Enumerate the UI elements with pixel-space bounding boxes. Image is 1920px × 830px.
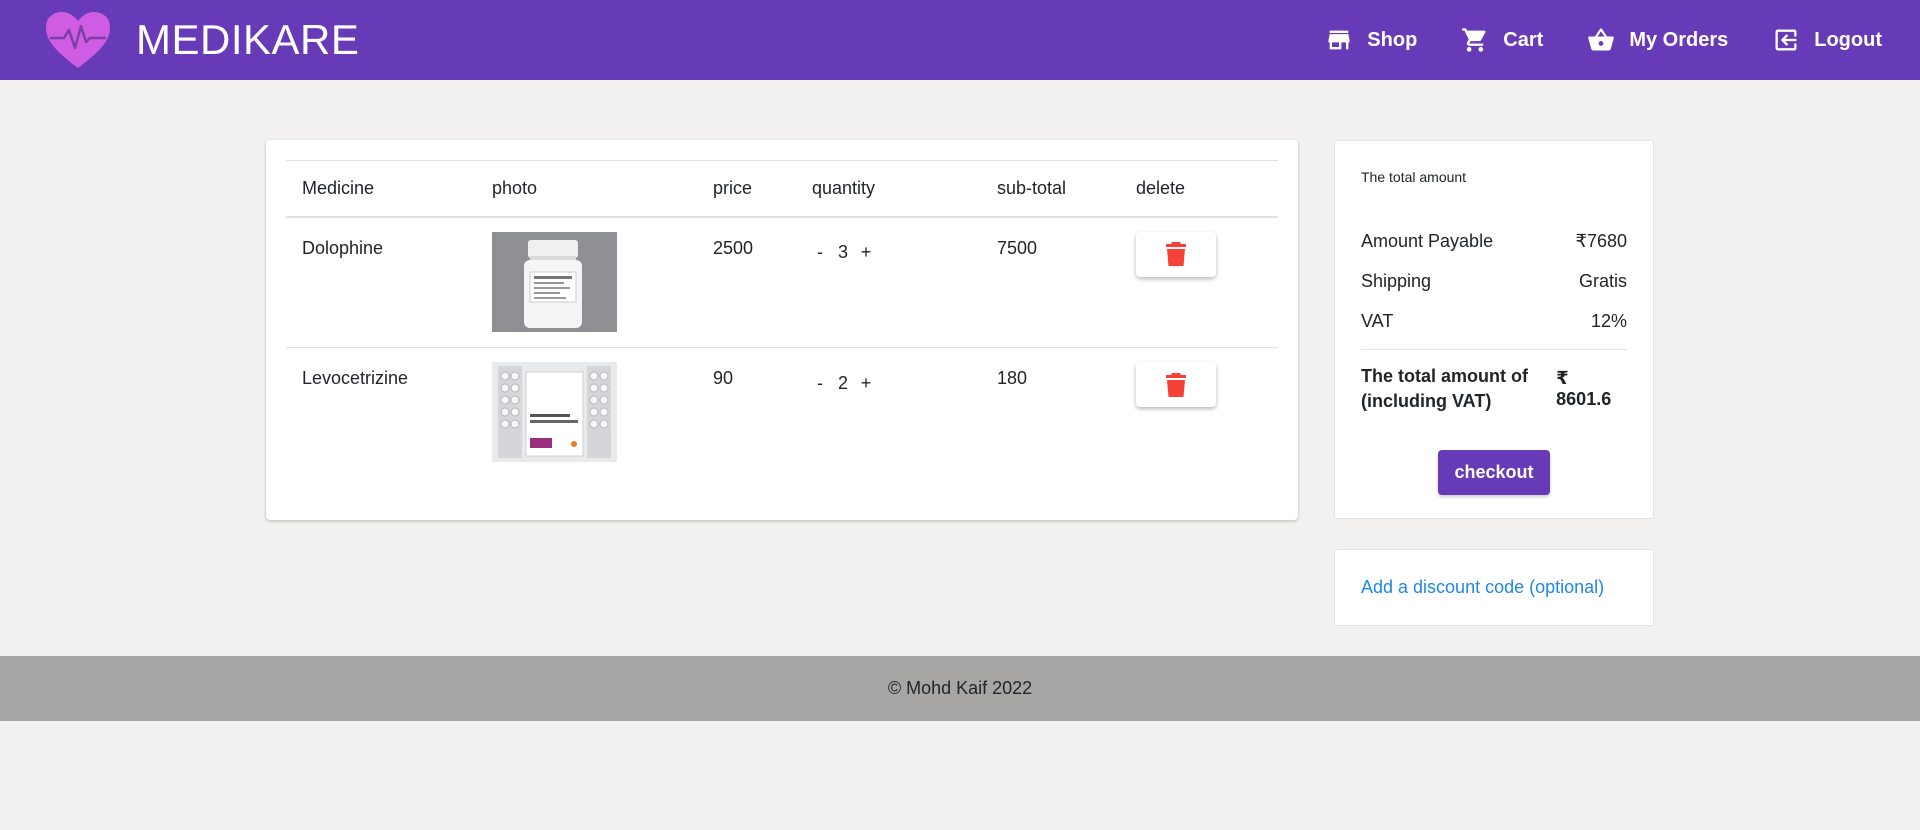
col-photo: photo <box>476 160 697 218</box>
logout-icon <box>1775 29 1797 51</box>
increment-button[interactable]: + <box>852 370 880 396</box>
nav-shop-label: Shop <box>1367 28 1418 51</box>
cart-icon <box>1462 28 1486 52</box>
shipping-row: Shipping Gratis <box>1361 261 1627 301</box>
checkout-button[interactable]: checkout <box>1438 450 1550 495</box>
nav-shop[interactable]: Shop <box>1325 26 1417 54</box>
nav-my-orders[interactable]: My Orders <box>1587 26 1728 54</box>
medicine-price: 90 <box>697 347 796 479</box>
cart-header-row: Medicine photo price quantity sub-total … <box>286 160 1278 218</box>
trash-icon <box>1166 372 1186 397</box>
brand[interactable]: MEDIKARE <box>44 10 359 70</box>
col-price: price <box>697 160 796 218</box>
col-quantity: quantity <box>796 160 981 218</box>
quantity-stepper: - 3 + <box>806 238 981 266</box>
table-row: Levocetrizine 90 - 2 + 180 <box>286 347 1278 479</box>
order-summary-card: The total amount Amount Payable ₹7680 Sh… <box>1334 140 1654 519</box>
amount-payable-label: Amount Payable <box>1361 230 1494 251</box>
pill-bottle-image <box>492 231 617 332</box>
increment-button[interactable]: + <box>852 240 880 266</box>
medicine-name: Dolophine <box>302 237 384 258</box>
amount-payable-row: Amount Payable ₹7680 <box>1361 221 1627 261</box>
tablet-strip-photo <box>492 362 617 462</box>
basket-icon <box>1588 28 1615 51</box>
quantity-value: 3 <box>837 242 848 262</box>
store-icon <box>1328 30 1350 50</box>
vat-value: 12% <box>1590 310 1627 331</box>
medicine-price: 2500 <box>713 237 754 258</box>
medicine-subtotal: 7500 <box>997 237 1038 258</box>
quantity-stepper: - 2 + <box>806 368 981 396</box>
cart-card: Medicine photo price quantity sub-total … <box>266 140 1298 520</box>
col-medicine: Medicine <box>286 160 476 218</box>
nav-cart-label: Cart <box>1503 28 1544 51</box>
vat-row: VAT 12% <box>1361 301 1627 341</box>
medicine-subtotal: 180 <box>981 347 1120 479</box>
col-subtotal: sub-total <box>981 160 1120 218</box>
nav-links: Shop Cart My Orders Logout <box>1281 26 1882 54</box>
footer-copyright: © Mohd Kaif 2022 <box>887 678 1033 698</box>
total-label: The total amount of (including VAT) <box>1361 366 1528 411</box>
summary-divider <box>1361 349 1627 350</box>
total-value: ₹ 8601.6 <box>1556 368 1612 409</box>
nav-cart[interactable]: Cart <box>1461 26 1543 54</box>
nav-logout[interactable]: Logout <box>1772 26 1882 54</box>
navbar: MEDIKARE Shop Cart My Orders Logout <box>0 0 1920 80</box>
delete-button[interactable] <box>1136 231 1216 277</box>
nav-logout-label: Logout <box>1814 28 1882 51</box>
discount-card: Add a discount code (optional) <box>1334 549 1654 626</box>
col-delete: delete <box>1120 160 1278 218</box>
quantity-value: 2 <box>837 372 848 393</box>
nav-my-orders-label: My Orders <box>1629 28 1729 51</box>
shipping-value: Gratis <box>1578 270 1627 291</box>
decrement-button[interactable]: - <box>806 370 834 396</box>
cart-table: Medicine photo price quantity sub-total … <box>286 160 1278 479</box>
heart-pulse-icon <box>46 12 110 68</box>
discount-code-link[interactable]: Add a discount code (optional) <box>1361 577 1604 598</box>
brand-name: MEDIKARE <box>136 16 360 63</box>
trash-icon <box>1166 242 1186 266</box>
summary-heading: The total amount <box>1361 169 1467 185</box>
footer: © Mohd Kaif 2022 <box>0 656 1920 721</box>
medicine-name: Levocetrizine <box>286 347 476 479</box>
shipping-label: Shipping <box>1361 270 1432 291</box>
vat-label: VAT <box>1361 310 1394 331</box>
tablet-strip-image <box>492 362 617 462</box>
decrement-button[interactable]: - <box>806 240 834 266</box>
amount-payable-value: ₹7680 <box>1575 230 1628 251</box>
pill-bottle-photo <box>492 231 617 332</box>
delete-button[interactable] <box>1136 362 1216 407</box>
total-row: The total amount of (including VAT) ₹ 86… <box>1361 364 1627 414</box>
table-row: Dolophine 2500 - 3 + 7500 <box>286 217 1278 348</box>
